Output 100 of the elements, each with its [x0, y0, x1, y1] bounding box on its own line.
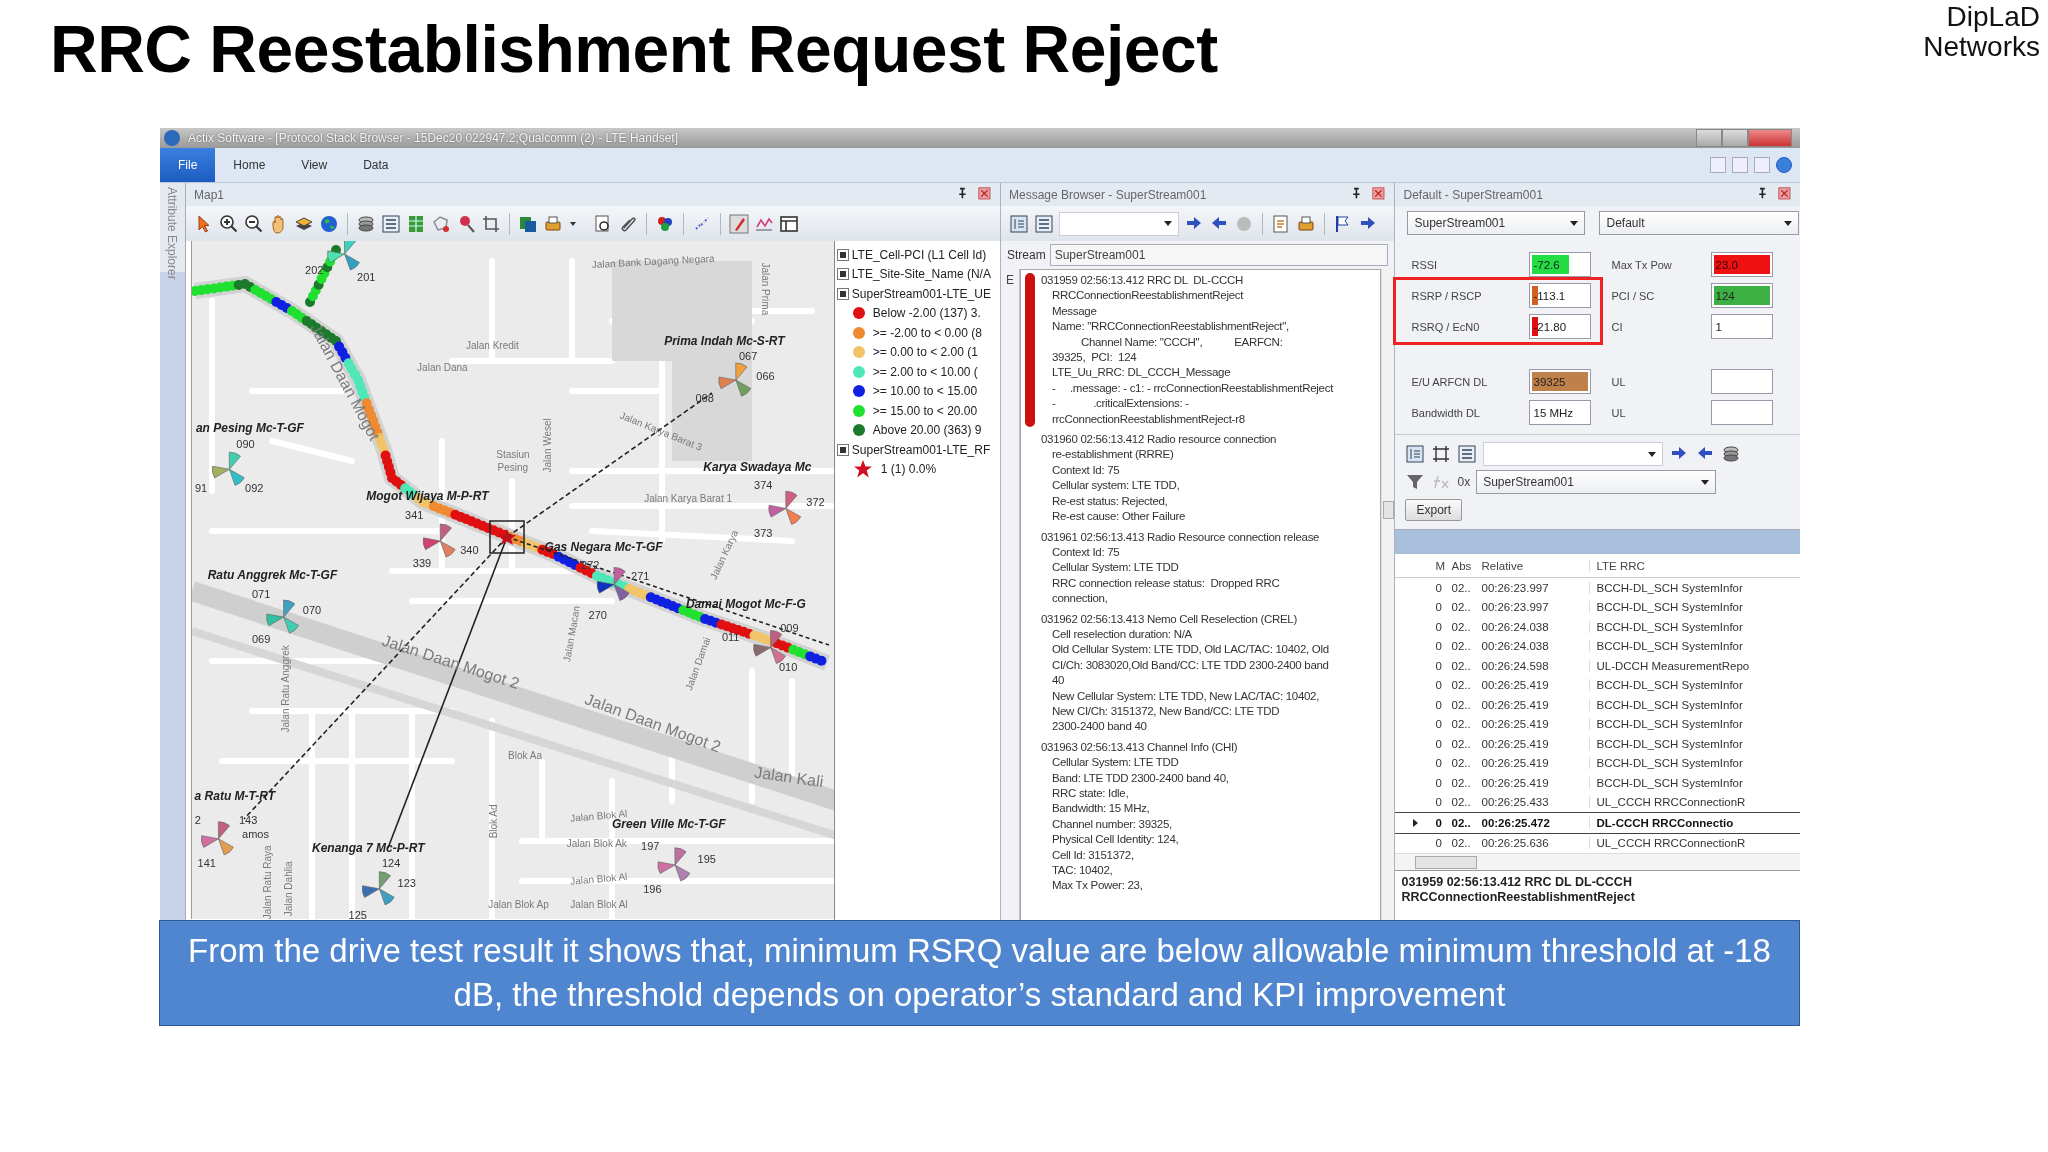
- menu-tab[interactable]: Home: [215, 148, 284, 182]
- field-label: UL: [1611, 375, 1627, 388]
- table-row[interactable]: 0 02.. 00:26:25.419 BCCH-DL_SCH SystemInfor: [1395, 773, 1800, 793]
- polygon-icon[interactable]: [430, 213, 451, 234]
- message-line: New CI/Ch: 3151372, New Band/CC: LTE TDD: [1050, 703, 1281, 719]
- field-value: 1: [1714, 320, 1722, 333]
- column-header[interactable]: LTE RRC: [1590, 559, 1767, 572]
- table-row[interactable]: 0 02.. 00:26:25.472 DL-CCCH RRCConnectio: [1395, 812, 1800, 834]
- table-row[interactable]: 0 02.. 00:26:23.997 BCCH-DL_SCH SystemInfor: [1395, 578, 1800, 598]
- cell-id-label: 143: [238, 813, 258, 826]
- cell-id-label: 201: [357, 271, 376, 284]
- dropdown[interactable]: SuperStream001: [1407, 211, 1586, 235]
- field-label: E/U ARFCN DL: [1411, 375, 1489, 388]
- export-button[interactable]: Export: [1405, 499, 1463, 521]
- message-line: RRC state: Idle,: [1050, 786, 1130, 801]
- dropdown[interactable]: SuperStream001: [1476, 470, 1717, 494]
- close-icon[interactable]: [1778, 186, 1794, 203]
- hex-toggle[interactable]: 0x: [1457, 475, 1471, 489]
- table-row[interactable]: 0 02.. 00:26:25.419 BCCH-DL_SCH SystemInfor: [1395, 734, 1800, 754]
- table-cell-text: BCCH-DL_SCH SystemInfor: [1595, 718, 1744, 731]
- filter-icon[interactable]: [1405, 472, 1426, 492]
- message-line: Max Tx Power: 23,: [1050, 878, 1144, 894]
- menu-tab[interactable]: Data: [345, 148, 407, 182]
- column-header[interactable]: Relative: [1481, 559, 1591, 572]
- detail-text: RRCConnectionReestablishmentReject: [1401, 890, 1636, 905]
- dropdown[interactable]: Default: [1599, 211, 1800, 235]
- message-header[interactable]: 031961 02:56:13.413 Radio Resource connection release: [1040, 529, 1320, 545]
- street-label: Jalan Daan Mogot 2: [582, 690, 724, 756]
- globe-icon[interactable]: [318, 213, 339, 234]
- message-header[interactable]: 031962 02:56:13.413 Nemo Cell Reselection (CREL): [1040, 611, 1329, 627]
- cell-id-label: 071: [251, 587, 271, 600]
- checkbox[interactable]: [836, 287, 849, 300]
- list-icon[interactable]: [1033, 213, 1054, 234]
- layer-label: SuperStream001-LTE_UE: [851, 286, 991, 301]
- table-cell-text: 0: [1435, 837, 1443, 850]
- message-line: Message: [1050, 303, 1098, 319]
- column-header[interactable]: Abs: [1451, 559, 1482, 572]
- table-row[interactable]: 0 02.. 00:26:23.997 BCCH-DL_SCH SystemInfor: [1395, 597, 1800, 617]
- message-line: Cell reselection duration: N/A: [1050, 626, 1193, 642]
- scrollbar[interactable]: [1395, 853, 1800, 870]
- table-row[interactable]: 0 02.. 00:26:24.598 UL-DCCH MeasurementRepo: [1395, 656, 1800, 676]
- scrollbar[interactable]: [1381, 269, 1395, 920]
- table-row[interactable]: 0 02.. 00:26:25.419 BCCH-DL_SCH SystemInfor: [1395, 675, 1800, 695]
- table-row[interactable]: 0 02.. 00:26:25.419 BCCH-DL_SCH SystemInfor: [1395, 753, 1800, 773]
- cell-id-label: 125: [348, 909, 367, 919]
- crop-icon[interactable]: [480, 213, 501, 234]
- site-label: Green Ville Mc-T-GF: [611, 817, 726, 831]
- street-label: Jalan Prima: [759, 262, 771, 316]
- printer-icon[interactable]: [542, 213, 563, 234]
- printer-icon[interactable]: [1295, 213, 1316, 234]
- street-label: Jalan Ratu Anggrek: [280, 645, 292, 733]
- legend-label: >= -2.00 to < 0.00 (8: [872, 325, 982, 340]
- table-row[interactable]: 0 02.. 00:26:24.038 BCCH-DL_SCH SystemInfor: [1395, 636, 1800, 656]
- zoom-in-icon[interactable]: [218, 213, 239, 234]
- street-label: Jalan Blok Ak: [566, 837, 627, 849]
- cell-site-icon: [211, 451, 245, 486]
- message-header[interactable]: 031963 02:56:13.413 Channel Info (CHI): [1040, 739, 1238, 756]
- table-cell-text: 0: [1435, 581, 1443, 594]
- checkbox[interactable]: [836, 248, 849, 261]
- message-header[interactable]: 031959 02:56:13.412 RRC DL DL-CCCH: [1040, 273, 1334, 289]
- zoom-out-icon[interactable]: [243, 213, 264, 234]
- column-header[interactable]: M: [1435, 559, 1452, 572]
- message-line: Context Id: 75: [1050, 544, 1121, 560]
- cell-site-icon: [201, 821, 234, 856]
- table-cell-text: 0: [1435, 776, 1443, 789]
- close-icon[interactable]: [977, 186, 994, 203]
- table-row[interactable]: 0 02.. 00:26:25.636 UL_CCCH RRCConnectionR: [1395, 833, 1800, 853]
- pen-icon[interactable]: [728, 213, 749, 234]
- table-row[interactable]: 0 02.. 00:26:25.419 BCCH-DL_SCH SystemInfor: [1395, 714, 1800, 734]
- table-cell-text: BCCH-DL_SCH SystemInfor: [1595, 679, 1744, 692]
- menu-tab[interactable]: File: [160, 148, 216, 182]
- panel-icon[interactable]: [1008, 213, 1029, 234]
- table-cell-text: 02..: [1451, 737, 1472, 750]
- frame-icon[interactable]: [1431, 444, 1452, 464]
- star-marker-icon: [497, 529, 516, 545]
- legend-label: >= 15.00 to < 20.00: [872, 403, 978, 418]
- table-cell-text: UL_CCCH RRCConnectionR: [1595, 796, 1747, 809]
- list-icon[interactable]: [380, 213, 401, 234]
- app-logo-icon: [164, 130, 180, 146]
- brand-text: Networks: [1923, 32, 2040, 62]
- panel-icon[interactable]: [1405, 444, 1426, 464]
- field-label: Stream: [1006, 248, 1046, 262]
- table-row[interactable]: 0 02.. 00:26:25.433 UL_CCCH RRCConnectionR: [1395, 792, 1800, 812]
- table-cell-text: UL-DCCH MeasurementRepo: [1595, 659, 1751, 672]
- site-label: Prima Indah Mc-S-RT: [664, 333, 785, 348]
- checkbox[interactable]: [836, 268, 849, 281]
- message-header[interactable]: 031960 02:56:13.412 Radio resource connection: [1040, 432, 1277, 448]
- field-value: 124: [1714, 289, 1735, 302]
- list-icon[interactable]: [1457, 444, 1478, 464]
- table-cell: 00:26:24.038: [1481, 620, 1591, 633]
- window-icon[interactable]: [778, 213, 799, 234]
- cell-id-label: 2: [194, 813, 201, 826]
- message-line: Cellular system: LTE TDD,: [1050, 478, 1181, 494]
- table-row[interactable]: 0 02.. 00:26:24.038 BCCH-DL_SCH SystemInfor: [1395, 617, 1800, 637]
- menu-tab[interactable]: View: [283, 148, 346, 182]
- stream-field[interactable]: SuperStream001: [1049, 244, 1389, 266]
- note-icon[interactable]: [1270, 213, 1291, 234]
- street-label: Jalan Wesel: [542, 418, 554, 473]
- checkbox[interactable]: [836, 443, 849, 456]
- table-row[interactable]: 0 02.. 00:26:25.419 BCCH-DL_SCH SystemInfor: [1395, 695, 1800, 715]
